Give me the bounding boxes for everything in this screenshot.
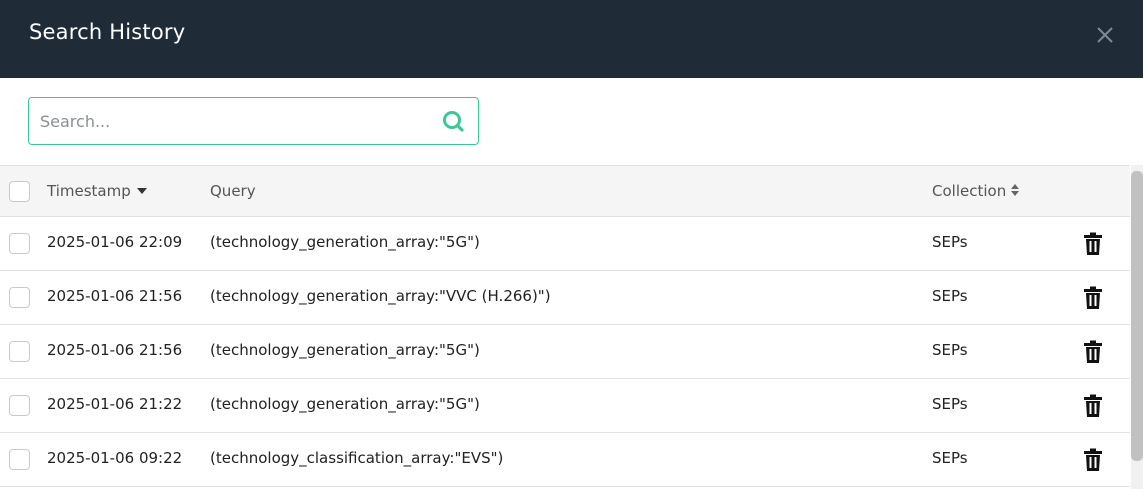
search-box: [28, 97, 479, 145]
row-collection: SEPs: [932, 449, 968, 467]
table-row: 2025-01-06 09:22 (technology_classificat…: [0, 433, 1130, 487]
row-checkbox[interactable]: [9, 395, 30, 416]
row-checkbox[interactable]: [9, 449, 30, 470]
table-row: 2025-01-06 21:22 (technology_generation_…: [0, 379, 1130, 433]
row-timestamp: 2025-01-06 21:56: [47, 341, 183, 359]
row-query[interactable]: (technology_classification_array:"EVS"): [210, 449, 503, 467]
row-collection: SEPs: [932, 341, 968, 359]
vertical-scrollbar[interactable]: [1131, 165, 1143, 489]
column-header-collection[interactable]: Collection: [932, 182, 1020, 200]
row-query[interactable]: (technology_generation_array:"5G"): [210, 341, 480, 359]
trash-icon[interactable]: [1083, 394, 1103, 418]
row-collection: SEPs: [932, 287, 968, 305]
column-label-timestamp: Timestamp: [47, 182, 131, 200]
row-timestamp: 2025-01-06 21:22: [47, 395, 183, 413]
row-timestamp: 2025-01-06 22:09: [47, 233, 183, 251]
dialog-title: Search History: [29, 20, 186, 44]
row-checkbox[interactable]: [9, 287, 30, 308]
row-checkbox[interactable]: [9, 233, 30, 254]
row-checkbox[interactable]: [9, 341, 30, 362]
search-icon[interactable]: [441, 109, 467, 135]
search-history-dialog: Search History Timestamp Query Collectio…: [0, 0, 1143, 489]
trash-icon[interactable]: [1083, 286, 1103, 310]
column-header-query: Query: [210, 182, 256, 200]
close-icon[interactable]: [1092, 22, 1118, 48]
row-collection: SEPs: [932, 395, 968, 413]
column-header-timestamp[interactable]: Timestamp: [47, 182, 147, 200]
sort-descending-icon: [136, 187, 147, 194]
row-collection: SEPs: [932, 233, 968, 251]
table-row: 2025-01-06 21:56 (technology_generation_…: [0, 271, 1130, 325]
row-query[interactable]: (technology_generation_array:"5G"): [210, 395, 480, 413]
select-all-checkbox[interactable]: [9, 181, 30, 202]
search-input[interactable]: [40, 108, 430, 134]
table-row: 2025-01-06 21:56 (technology_generation_…: [0, 325, 1130, 379]
trash-icon[interactable]: [1083, 448, 1103, 472]
search-history-table: Timestamp Query Collection 2025-01-06 22…: [0, 165, 1130, 487]
row-timestamp: 2025-01-06 09:22: [47, 449, 183, 467]
trash-icon[interactable]: [1083, 340, 1103, 364]
column-label-collection: Collection: [932, 182, 1007, 200]
sort-icon: [1011, 183, 1020, 196]
table-row: 2025-01-06 22:09 (technology_generation_…: [0, 217, 1130, 271]
scrollbar-thumb[interactable]: [1131, 171, 1143, 461]
column-label-query: Query: [210, 182, 256, 200]
trash-icon[interactable]: [1083, 232, 1103, 256]
row-query[interactable]: (technology_generation_array:"5G"): [210, 233, 480, 251]
row-query[interactable]: (technology_generation_array:"VVC (H.266…: [210, 287, 551, 305]
row-timestamp: 2025-01-06 21:56: [47, 287, 183, 305]
table-header: Timestamp Query Collection: [0, 165, 1130, 217]
dialog-header: Search History: [0, 0, 1143, 78]
